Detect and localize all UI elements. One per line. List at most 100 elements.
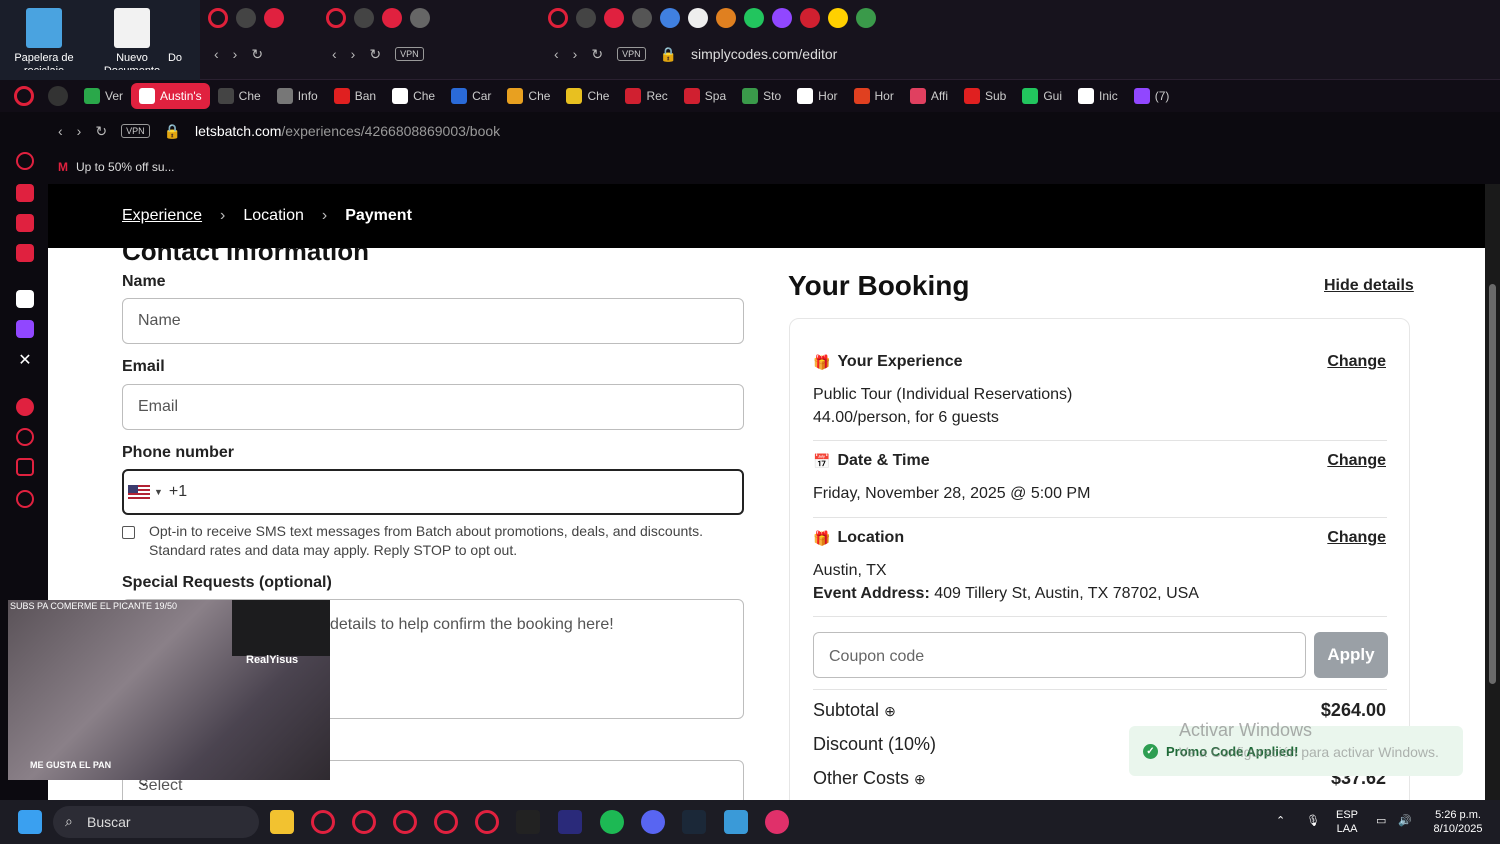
bookmark-item[interactable]: Up to 50% off su... <box>76 160 175 174</box>
steam-icon[interactable] <box>682 810 706 834</box>
volume-icon[interactable]: 🔊 <box>1398 814 1412 828</box>
tab-icon[interactable] <box>828 8 848 28</box>
app-icon[interactable] <box>16 290 34 308</box>
tab-icon[interactable] <box>716 8 736 28</box>
tab-icon[interactable] <box>688 8 708 28</box>
change-experience-link[interactable]: Change <box>1327 353 1386 371</box>
us-flag-icon[interactable] <box>128 485 150 499</box>
language-indicator[interactable]: ESP LAA <box>1336 808 1358 836</box>
tab-icon[interactable] <box>382 8 402 28</box>
tab-icon[interactable] <box>800 8 820 28</box>
forward-icon[interactable]: › <box>351 46 356 62</box>
clock[interactable]: 5:26 p.m. 8/10/2025 <box>1428 808 1488 836</box>
spotify-icon[interactable] <box>16 398 34 416</box>
change-location-link[interactable]: Change <box>1327 529 1386 547</box>
opera-taskbar-icon[interactable] <box>393 810 417 834</box>
browser-tab[interactable]: Che <box>499 83 558 109</box>
chevron-down-icon[interactable]: ▼ <box>154 487 163 497</box>
extensions-icon[interactable] <box>16 458 34 476</box>
email-field[interactable]: Email <box>122 384 744 430</box>
browser-tab[interactable]: Ver <box>76 83 131 109</box>
info-icon[interactable]: ⊕ <box>884 703 896 719</box>
twitch-icon[interactable] <box>16 320 34 338</box>
tab-icon[interactable] <box>354 8 374 28</box>
change-date-link[interactable]: Change <box>1327 452 1386 470</box>
browser-tab[interactable]: Sub <box>956 83 1014 109</box>
tab-icon[interactable] <box>604 8 624 28</box>
browser-tab[interactable]: Che <box>210 83 269 109</box>
history-icon[interactable] <box>16 428 34 446</box>
browser-tab[interactable]: Ban <box>326 83 384 109</box>
wallet-icon[interactable] <box>16 214 34 232</box>
network-icon[interactable]: ▭ <box>1376 814 1386 828</box>
video-popout[interactable]: SUBS PA COMERME EL PICANTE 19/50 RealYis… <box>8 600 330 780</box>
back-icon[interactable]: ‹ <box>58 123 63 139</box>
info-icon[interactable]: ⊕ <box>914 771 926 787</box>
sms-optin-checkbox[interactable] <box>122 526 135 539</box>
browser-tab[interactable]: Che <box>384 83 443 109</box>
opera-taskbar-icon[interactable] <box>311 810 335 834</box>
apply-coupon-button[interactable]: Apply <box>1314 632 1388 678</box>
background-window-2[interactable]: ‹ › ↻ VPN <box>318 0 540 80</box>
address-bar[interactable]: letsbatch.com/experiences/4266808869003/… <box>195 123 500 139</box>
discord-icon[interactable] <box>641 810 665 834</box>
reload-icon[interactable]: ↻ <box>251 46 263 63</box>
tab-icon[interactable] <box>856 8 876 28</box>
workspace-icon[interactable] <box>48 86 68 106</box>
opera-taskbar-icon[interactable] <box>434 810 458 834</box>
tab-icon[interactable] <box>772 8 792 28</box>
hide-details-link[interactable]: Hide details <box>1324 277 1414 295</box>
breadcrumb-location[interactable]: Location <box>243 207 304 225</box>
doc-icon[interactable]: Do <box>150 0 200 70</box>
tab-icon[interactable] <box>264 8 284 28</box>
tab-icon[interactable] <box>410 8 430 28</box>
opera-icon[interactable] <box>326 8 346 28</box>
scrollbar-thumb[interactable] <box>1489 284 1496 684</box>
coupon-input[interactable]: Coupon code <box>813 632 1306 678</box>
shopping-icon[interactable] <box>16 184 34 202</box>
tab-icon[interactable] <box>660 8 680 28</box>
back-icon[interactable]: ‹ <box>554 46 559 62</box>
browser-tab[interactable]: Gui <box>1014 83 1070 109</box>
opera-menu-icon[interactable] <box>14 86 34 106</box>
tab-icon[interactable] <box>632 8 652 28</box>
reload-icon[interactable]: ↻ <box>369 46 381 63</box>
address-bar[interactable]: simplycodes.com/editor <box>691 46 837 62</box>
microphone-icon[interactable]: 🎙 <box>1306 814 1320 828</box>
page-scrollbar[interactable] <box>1485 184 1500 800</box>
browser-tab[interactable]: Inic <box>1070 83 1126 109</box>
settings-icon[interactable] <box>16 490 34 508</box>
browser-tab[interactable]: Hor <box>789 83 845 109</box>
opera-icon[interactable] <box>208 8 228 28</box>
browser-tab[interactable]: Affi <box>902 83 956 109</box>
opera-icon[interactable] <box>548 8 568 28</box>
opera-taskbar-icon[interactable] <box>352 810 376 834</box>
browser-tab[interactable]: Che <box>558 83 617 109</box>
itunes-icon[interactable] <box>765 810 789 834</box>
back-icon[interactable]: ‹ <box>332 46 337 62</box>
tab-icon[interactable] <box>236 8 256 28</box>
browser-tab[interactable]: Info <box>269 83 326 109</box>
vpn-badge[interactable]: VPN <box>395 47 424 61</box>
browser-tab[interactable]: Spa <box>676 83 734 109</box>
opera-taskbar-icon[interactable] <box>475 810 499 834</box>
phone-field[interactable]: ▼ +1 <box>122 469 744 515</box>
taskbar-search[interactable]: ⌕ Buscar <box>53 806 259 838</box>
reload-icon[interactable]: ↻ <box>95 123 107 140</box>
tab-icon[interactable] <box>744 8 764 28</box>
browser-tab[interactable]: (7) <box>1126 83 1178 109</box>
spotify-taskbar-icon[interactable] <box>600 810 624 834</box>
breadcrumb-experience[interactable]: Experience <box>122 207 202 225</box>
forward-icon[interactable]: › <box>573 46 578 62</box>
ai-icon[interactable] <box>16 152 34 170</box>
browser-tab[interactable]: Austin's <box>131 83 210 109</box>
browser-tab[interactable]: Sto <box>734 83 789 109</box>
browser-tab[interactable]: Rec <box>617 83 675 109</box>
premiere-icon[interactable] <box>558 810 582 834</box>
browser-tab[interactable]: Car <box>443 83 499 109</box>
notepad-icon[interactable] <box>724 810 748 834</box>
file-explorer-icon[interactable] <box>270 810 294 834</box>
vpn-badge[interactable]: VPN <box>617 47 646 61</box>
epic-games-icon[interactable] <box>516 810 540 834</box>
vpn-badge[interactable]: VPN <box>121 124 150 138</box>
